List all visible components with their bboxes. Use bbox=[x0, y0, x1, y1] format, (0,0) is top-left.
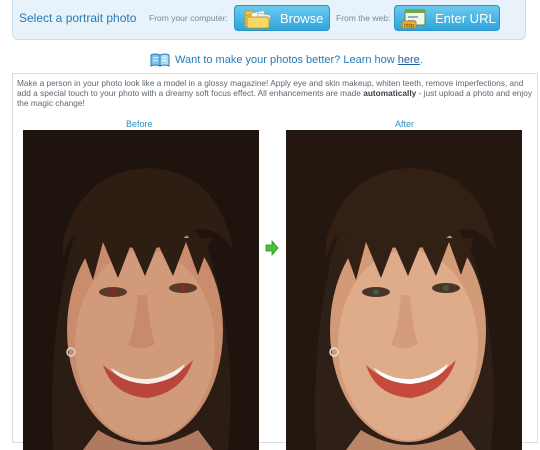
open-book-icon bbox=[150, 53, 170, 67]
web-link-icon: http bbox=[401, 9, 426, 29]
from-computer-label: From your computer: bbox=[149, 13, 228, 23]
learn-here-link[interactable]: here bbox=[398, 54, 420, 66]
enter-url-label: Enter URL bbox=[435, 11, 496, 26]
description-text: Make a person in your photo look like a … bbox=[17, 78, 535, 108]
browse-label: Browse bbox=[280, 11, 324, 26]
before-portrait-image bbox=[23, 130, 259, 450]
enter-url-button[interactable]: http Enter URL bbox=[394, 5, 500, 31]
svg-text:http: http bbox=[404, 23, 414, 29]
from-web-label: From the web: bbox=[336, 13, 391, 23]
description-bold: automatically bbox=[363, 88, 417, 98]
before-photo bbox=[23, 130, 259, 450]
folder-icon bbox=[244, 10, 272, 29]
before-caption: Before bbox=[126, 119, 153, 129]
learn-text: Want to make your photos better? Learn h… bbox=[175, 54, 423, 66]
upload-bar: Select a portrait photo From your comput… bbox=[12, 0, 526, 40]
after-portrait-image bbox=[286, 130, 522, 450]
learn-text-main: Want to make your photos better? Learn h… bbox=[175, 54, 398, 66]
enhancement-panel: Make a person in your photo look like a … bbox=[12, 73, 538, 450]
browse-button[interactable]: Browse bbox=[234, 5, 330, 31]
right-arrow-icon bbox=[265, 240, 279, 256]
upload-title: Select a portrait photo bbox=[19, 11, 137, 25]
learn-text-end: . bbox=[419, 54, 423, 66]
after-photo bbox=[286, 130, 522, 450]
after-caption: After bbox=[395, 119, 415, 129]
